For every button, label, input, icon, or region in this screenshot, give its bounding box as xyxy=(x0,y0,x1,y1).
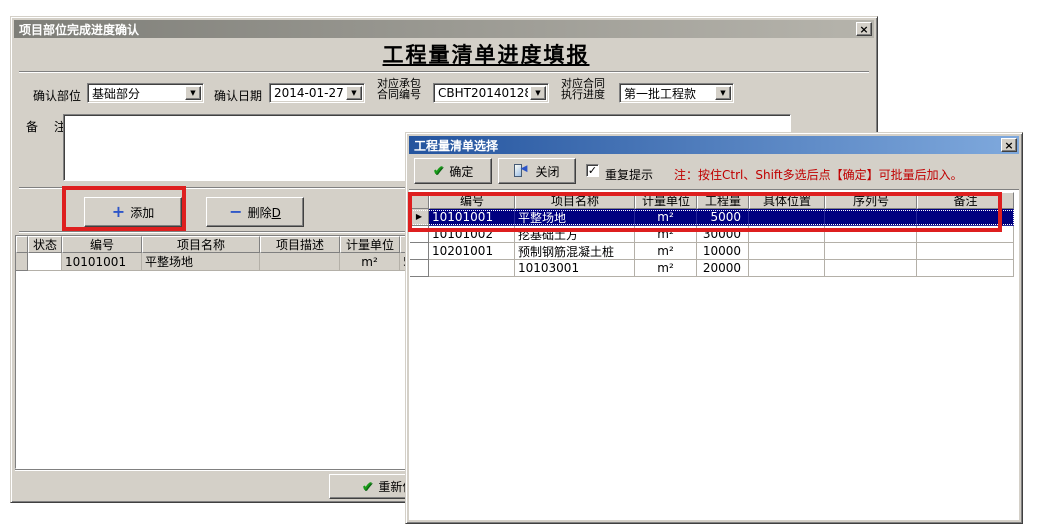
remark-label-char1: 备 xyxy=(26,118,38,135)
cell-desc[interactable] xyxy=(260,253,340,271)
repeat-prompt-checkbox[interactable]: ✓ xyxy=(586,164,599,177)
column-header-name[interactable]: 项目名称 xyxy=(142,236,260,253)
cell-code[interactable]: 10201001 xyxy=(429,243,515,260)
cell-qty[interactable]: 10000 xyxy=(697,243,749,260)
chevron-down-icon: ▼ xyxy=(720,90,725,97)
confirm-date-select[interactable]: 2014-01-27 ▼ xyxy=(269,83,365,103)
ok-button[interactable]: ✔ 确定 xyxy=(414,158,492,184)
cell-serial[interactable] xyxy=(825,243,917,260)
cell-status[interactable] xyxy=(28,253,62,271)
cell-name[interactable]: 平整场地 xyxy=(142,253,260,271)
cell-code[interactable]: 10101001 xyxy=(62,253,142,271)
fg-table: 编号 项目名称 计量单位 工程量 具体位置 序列号 备注 ▶ 10101001 … xyxy=(409,189,1019,520)
chevron-down-icon: ▼ xyxy=(535,90,540,97)
bg-dialog-titlebar[interactable]: 项目部位完成进度确认 × xyxy=(14,20,874,38)
column-header-desc[interactable]: 项目描述 xyxy=(260,236,340,253)
left-arrow-icon: ◀ xyxy=(520,165,527,174)
fg-dialog-titlebar[interactable]: 工程量清单选择 × xyxy=(409,136,1019,154)
close-dialog-button[interactable]: ◀ 关闭 xyxy=(498,158,576,184)
delete-button-text: 删除 xyxy=(248,206,272,220)
divider xyxy=(19,71,869,73)
contract-progress-select[interactable]: 第一批工程款 ▼ xyxy=(619,83,734,103)
annotation-rect-add-button xyxy=(62,186,186,231)
annotation-rect-selected-row xyxy=(408,192,1002,232)
close-dialog-button-label: 关闭 xyxy=(535,163,559,180)
bg-close-button[interactable]: × xyxy=(856,22,872,36)
cell-name[interactable]: 10103001 xyxy=(515,260,635,277)
checkmark-icon: ✓ xyxy=(588,165,597,176)
fg-table-row[interactable]: 10201001 预制钢筋混凝土桩 m² 10000 xyxy=(410,243,1015,260)
ok-button-label: 确定 xyxy=(449,163,473,180)
cell-remark[interactable] xyxy=(917,260,1014,277)
contract-no-select[interactable]: CBHT2014012801 ▼ xyxy=(433,83,549,103)
cell-unit[interactable]: m² xyxy=(340,253,400,271)
cell-unit[interactable]: m² xyxy=(635,260,697,277)
bg-table-header-row: 状态 编号 项目名称 项目描述 计量单位 工程量 xyxy=(16,236,470,253)
delete-button-mnemonic: D xyxy=(272,206,281,220)
column-header-unit[interactable]: 计量单位 xyxy=(340,236,400,253)
check-icon: ✔ xyxy=(433,164,445,178)
confirm-date-value: 2014-01-27 xyxy=(270,86,344,100)
chevron-down-icon: ▼ xyxy=(351,90,356,97)
exit-door-icon: ◀ xyxy=(514,164,530,178)
cell-code[interactable] xyxy=(429,260,515,277)
row-indicator-cell xyxy=(410,243,429,260)
repeat-prompt-label[interactable]: 重复提示 xyxy=(605,166,653,183)
contract-no-label-line2: 合同编号 xyxy=(377,89,421,100)
row-indicator-cell xyxy=(410,260,429,277)
confirm-part-value: 基础部分 xyxy=(88,85,183,102)
dropdown-button[interactable]: ▼ xyxy=(715,86,731,100)
dropdown-button[interactable]: ▼ xyxy=(530,86,546,100)
cell-qty[interactable]: 20000 xyxy=(697,260,749,277)
column-header-code[interactable]: 编号 xyxy=(62,236,142,253)
fg-dialog-title: 工程量清单选择 xyxy=(414,137,498,154)
page-title: 工程量清单进度填报 xyxy=(101,39,871,69)
cell-serial[interactable] xyxy=(825,260,917,277)
cell-remark[interactable] xyxy=(917,243,1014,260)
dropdown-button[interactable]: ▼ xyxy=(346,86,362,100)
note-text: 注：按住Ctrl、Shift多选后点【确定】可批量后加入。 xyxy=(674,166,963,183)
check-icon: ✔ xyxy=(362,480,374,494)
column-header-indicator xyxy=(16,236,28,253)
confirm-part-select[interactable]: 基础部分 ▼ xyxy=(87,83,204,103)
dropdown-button[interactable]: ▼ xyxy=(185,86,201,100)
contract-progress-value: 第一批工程款 xyxy=(620,85,713,102)
cell-unit[interactable]: m² xyxy=(635,243,697,260)
bg-dialog-title: 项目部位完成进度确认 xyxy=(19,21,139,38)
close-icon: × xyxy=(859,24,868,35)
delete-button[interactable]: − 删除D xyxy=(206,197,304,227)
column-header-status[interactable]: 状态 xyxy=(28,236,62,253)
contract-no-value: CBHT2014012801 xyxy=(434,86,528,100)
row-indicator-cell xyxy=(16,253,28,271)
cell-location[interactable] xyxy=(749,243,825,260)
contract-progress-label: 对应合同 执行进度 xyxy=(561,78,605,100)
remark-label: 备 注 xyxy=(26,118,66,135)
quantity-list-select-dialog: 工程量清单选择 × ✔ 确定 ◀ 关闭 ✓ 重复提示 注：按住Ctrl、Shif… xyxy=(405,132,1023,524)
contract-progress-label-line2: 执行进度 xyxy=(561,89,605,100)
confirm-date-label: 确认日期 xyxy=(214,87,262,104)
bg-table-grid: 状态 编号 项目名称 项目描述 计量单位 工程量 10101001 平整场地 m… xyxy=(16,236,470,271)
close-icon: × xyxy=(1004,140,1013,151)
chevron-down-icon: ▼ xyxy=(190,90,195,97)
cell-location[interactable] xyxy=(749,260,825,277)
confirm-part-label: 确认部位 xyxy=(33,87,81,104)
delete-button-label: 删除D xyxy=(248,204,281,221)
fg-close-button[interactable]: × xyxy=(1001,138,1017,152)
cell-name[interactable]: 预制钢筋混凝土桩 xyxy=(515,243,635,260)
bg-table-row[interactable]: 10101001 平整场地 m² 5000 xyxy=(16,253,470,271)
minus-icon: − xyxy=(229,204,242,220)
contract-no-label: 对应承包 合同编号 xyxy=(377,78,421,100)
fg-table-row[interactable]: 10103001 m² 20000 xyxy=(410,260,1015,277)
